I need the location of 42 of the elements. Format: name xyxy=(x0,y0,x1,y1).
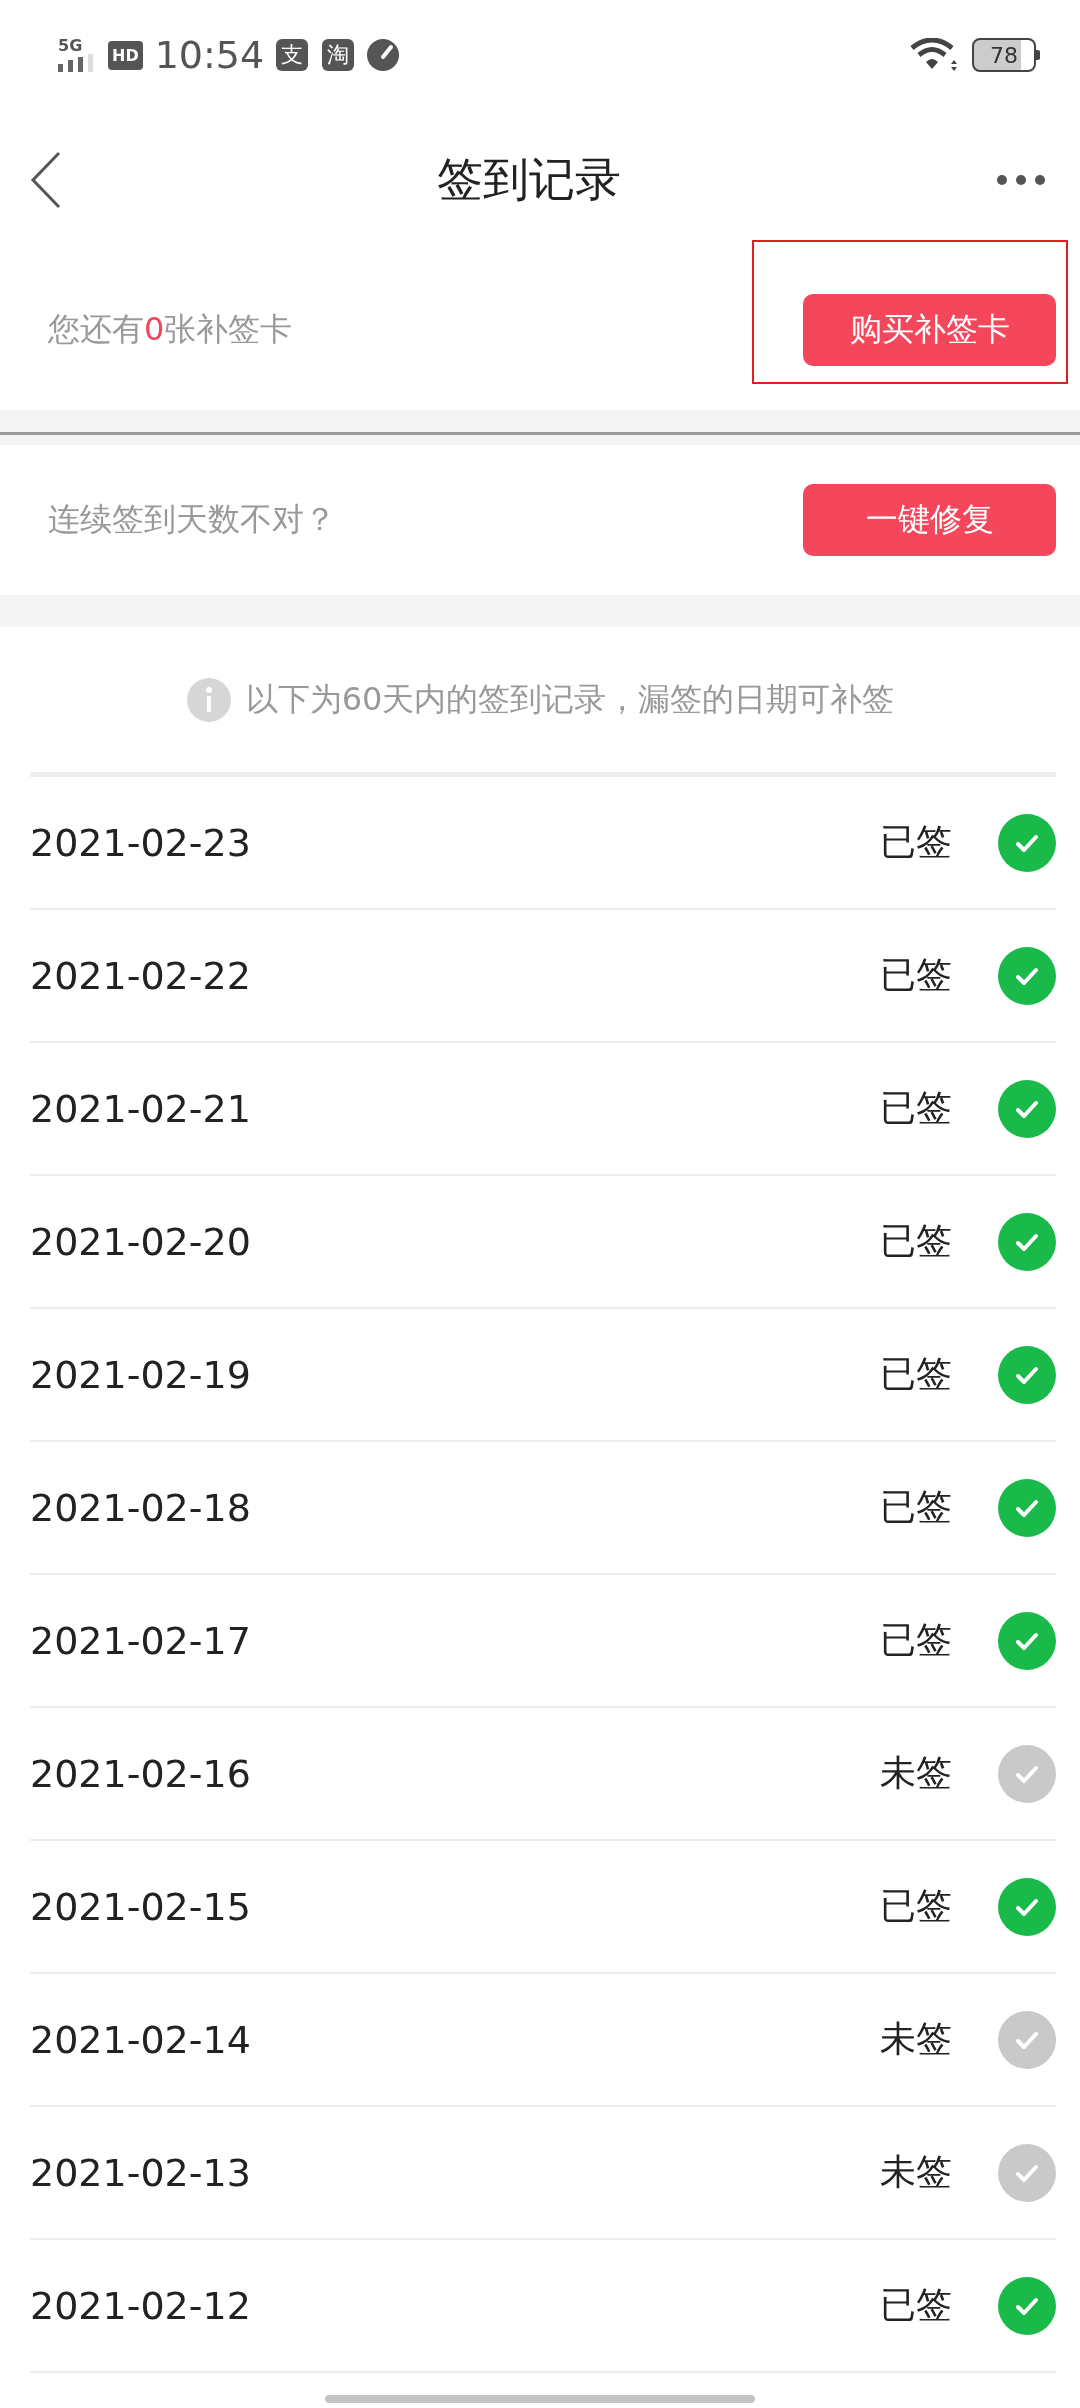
battery-icon: 78 xyxy=(972,38,1036,72)
record-status: 未签 xyxy=(880,1751,952,1795)
notice-text: 以下为60天内的签到记录，漏签的日期可补签 xyxy=(245,678,895,720)
record-status: 未签 xyxy=(880,2150,952,2194)
repair-prompt: 连续签到天数不对？ xyxy=(48,499,336,540)
network-label: 5G xyxy=(58,38,83,54)
record-date: 2021-02-19 xyxy=(30,1352,252,1397)
signal-icon xyxy=(58,54,96,72)
card-count-text: 您还有0张补签卡 xyxy=(48,309,293,350)
wifi-icon xyxy=(910,38,958,72)
record-status: 已签 xyxy=(880,1485,952,1529)
record-status: 已签 xyxy=(880,1884,952,1928)
gauge-icon xyxy=(366,38,401,72)
record-date: 2021-02-18 xyxy=(30,1485,252,1530)
back-icon[interactable] xyxy=(30,151,62,209)
page-title: 签到记录 xyxy=(437,151,621,208)
repair-button[interactable]: 一键修复 xyxy=(803,484,1056,556)
app-icon: 支 xyxy=(276,39,309,71)
app-icon: 淘 xyxy=(322,39,355,71)
record-status: 已签 xyxy=(880,1618,952,1662)
clock-time: 10:54 xyxy=(154,33,265,77)
record-date: 2021-02-22 xyxy=(30,953,252,998)
buy-card-button[interactable]: 购买补签卡 xyxy=(803,294,1056,366)
record-date: 2021-02-15 xyxy=(30,1884,252,1929)
record-date: 2021-02-13 xyxy=(30,2150,252,2195)
record-date: 2021-02-12 xyxy=(30,2283,252,2328)
record-status: 已签 xyxy=(880,1219,952,1263)
record-status: 已签 xyxy=(880,820,952,864)
record-date: 2021-02-16 xyxy=(30,1751,252,1796)
record-status: 未签 xyxy=(880,2017,952,2061)
hd-badge: HD xyxy=(108,40,143,70)
record-status: 已签 xyxy=(880,1086,952,1130)
record-date: 2021-02-14 xyxy=(30,2017,252,2062)
record-status: 已签 xyxy=(880,2283,952,2327)
more-icon[interactable] xyxy=(996,174,1046,186)
record-status: 已签 xyxy=(880,1352,952,1396)
record-date: 2021-02-17 xyxy=(30,1618,252,1663)
info-icon xyxy=(185,676,232,723)
record-date: 2021-02-21 xyxy=(30,1086,252,1131)
record-date: 2021-02-20 xyxy=(30,1219,252,1264)
record-date: 2021-02-23 xyxy=(30,820,252,865)
record-status: 已签 xyxy=(880,953,952,997)
